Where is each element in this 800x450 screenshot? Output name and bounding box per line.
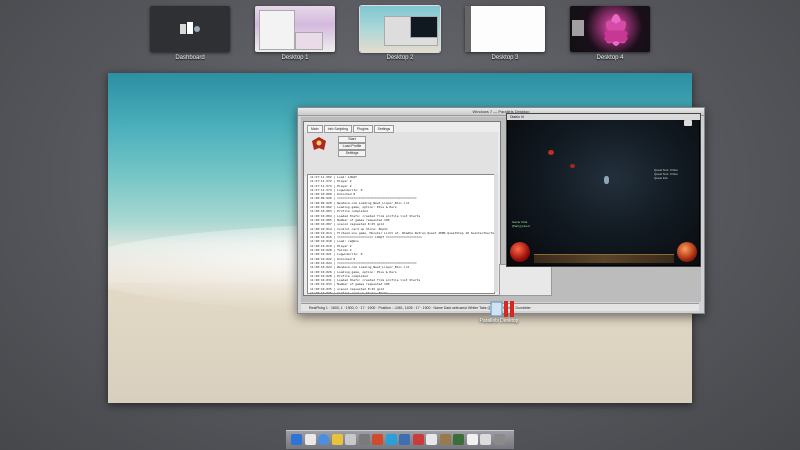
start-button[interactable]: Start xyxy=(338,136,366,143)
trash-icon[interactable] xyxy=(493,434,505,445)
app-store-icon[interactable] xyxy=(385,434,397,445)
game-icon[interactable] xyxy=(453,434,464,445)
bot-tab-bar: Main Info Scripting Plugins Settings xyxy=(307,125,395,133)
tab-info-scripting[interactable]: Info Scripting xyxy=(323,125,353,133)
space-dashboard-thumbnail[interactable] xyxy=(150,6,230,52)
launchpad-icon[interactable] xyxy=(304,434,316,445)
textedit-icon[interactable] xyxy=(426,434,437,445)
space-label-desktop-3: Desktop 3 xyxy=(491,55,519,61)
secondary-panel xyxy=(499,264,552,296)
calendar-icon[interactable] xyxy=(372,434,383,445)
mini-window xyxy=(572,20,584,36)
log-line: 11:28:10.036 | Control card up Sture: 8h… xyxy=(310,291,388,294)
bot-application-window[interactable]: Main Info Scripting Plugins Settings Sta… xyxy=(303,121,501,296)
parallels-icon[interactable] xyxy=(412,434,424,445)
mission-control-spaces-bar: Dashboard Desktop 1 Desktop 2 Desktop 3 … xyxy=(0,0,800,70)
skill-hotbar[interactable] xyxy=(534,254,674,263)
tab-main[interactable]: Main xyxy=(307,125,323,133)
mail-icon[interactable] xyxy=(345,434,356,445)
game-character xyxy=(604,176,609,184)
game-chat-text: Game Chat [Party] joined xyxy=(512,220,530,228)
document-icon[interactable] xyxy=(466,434,478,445)
dock xyxy=(286,430,514,449)
space-desktop-1-thumbnail[interactable] xyxy=(255,6,335,52)
desktop-icon-label: Parallels Desktop xyxy=(479,318,519,324)
space-label-dashboard: Dashboard xyxy=(175,55,205,61)
itunes-icon[interactable] xyxy=(399,434,410,445)
bot-header-panel xyxy=(304,132,498,176)
notes-icon[interactable] xyxy=(331,434,343,445)
safari-icon[interactable] xyxy=(318,434,329,445)
bot-settings-button[interactable]: Settings xyxy=(338,150,366,157)
game-effect xyxy=(570,164,575,168)
mini-game-window xyxy=(410,16,438,38)
tab-settings[interactable]: Settings xyxy=(373,125,395,133)
log-scrollbar[interactable] xyxy=(494,174,498,292)
game-quest-text: Quest Text: 0 Run Quest Text: 0 Run Ques… xyxy=(654,168,678,180)
finder-icon[interactable] xyxy=(291,434,302,445)
resource-orb xyxy=(677,242,697,262)
game-window[interactable]: Diablo III Quest Text: 0 Run Quest Text:… xyxy=(506,113,701,267)
mini-window xyxy=(259,10,295,50)
game-effect xyxy=(548,150,554,155)
lotus-flower-icon xyxy=(604,14,628,46)
folder-icon[interactable] xyxy=(439,434,451,445)
dashboard-widgets-icon xyxy=(180,22,200,34)
health-orb xyxy=(510,242,530,262)
mini-window xyxy=(295,32,323,50)
tab-plugins[interactable]: Plugins xyxy=(353,125,373,133)
downloads-stack-icon[interactable] xyxy=(480,434,491,445)
space-label-desktop-1: Desktop 1 xyxy=(281,55,309,61)
load-profile-button[interactable]: Load Profile xyxy=(338,143,366,150)
bot-logo-icon xyxy=(312,137,326,150)
space-label-desktop-4: Desktop 4 xyxy=(596,55,624,61)
system-preferences-icon[interactable] xyxy=(358,434,370,445)
game-viewport[interactable]: Quest Text: 0 Run Quest Text: 0 Run Ques… xyxy=(508,120,699,265)
space-label-desktop-2: Desktop 2 xyxy=(386,55,414,61)
space-desktop-3-thumbnail[interactable] xyxy=(465,6,545,52)
close-icon[interactable] xyxy=(684,120,692,126)
space-desktop-4-thumbnail[interactable] xyxy=(570,6,650,52)
mini-sidebar xyxy=(465,6,471,52)
space-desktop-2-thumbnail[interactable] xyxy=(359,5,441,53)
bot-log-output[interactable]: 11:27:11.502 | Load: LOGQT 11:27:11.572 |… xyxy=(307,174,495,294)
